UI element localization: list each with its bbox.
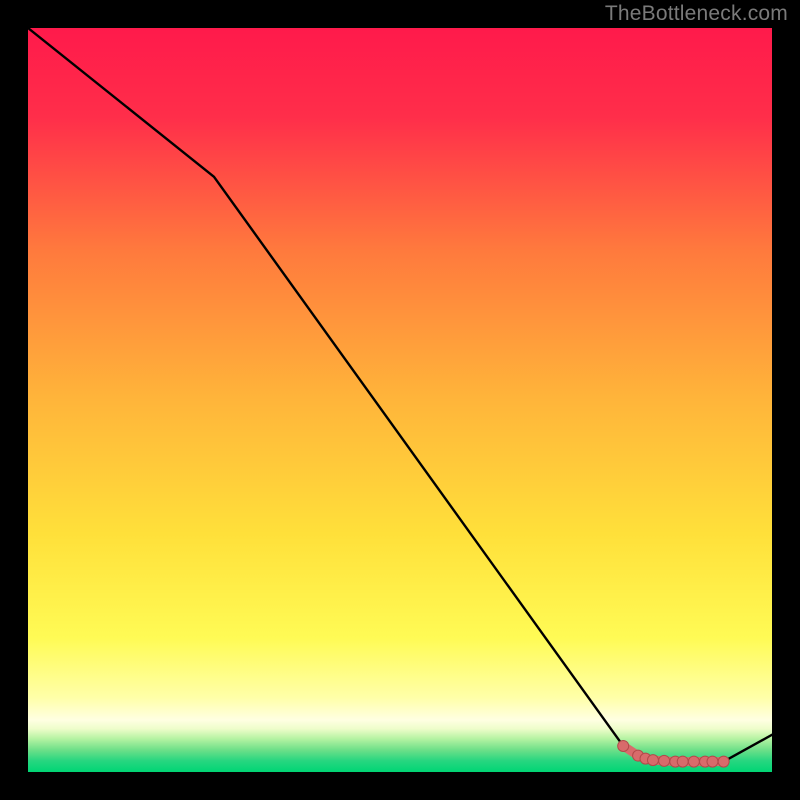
curve-layer bbox=[28, 28, 772, 772]
marker-dot bbox=[718, 756, 729, 767]
bottleneck-curve bbox=[28, 28, 772, 762]
watermark-text: TheBottleneck.com bbox=[605, 2, 788, 26]
marker-dot bbox=[659, 755, 670, 766]
chart-stage: TheBottleneck.com bbox=[0, 0, 800, 800]
marker-group bbox=[618, 740, 729, 767]
marker-dot bbox=[647, 755, 658, 766]
marker-dot bbox=[707, 756, 718, 767]
marker-dot bbox=[677, 756, 688, 767]
plot-area bbox=[28, 28, 772, 772]
marker-dot bbox=[688, 756, 699, 767]
marker-dot bbox=[618, 740, 629, 751]
